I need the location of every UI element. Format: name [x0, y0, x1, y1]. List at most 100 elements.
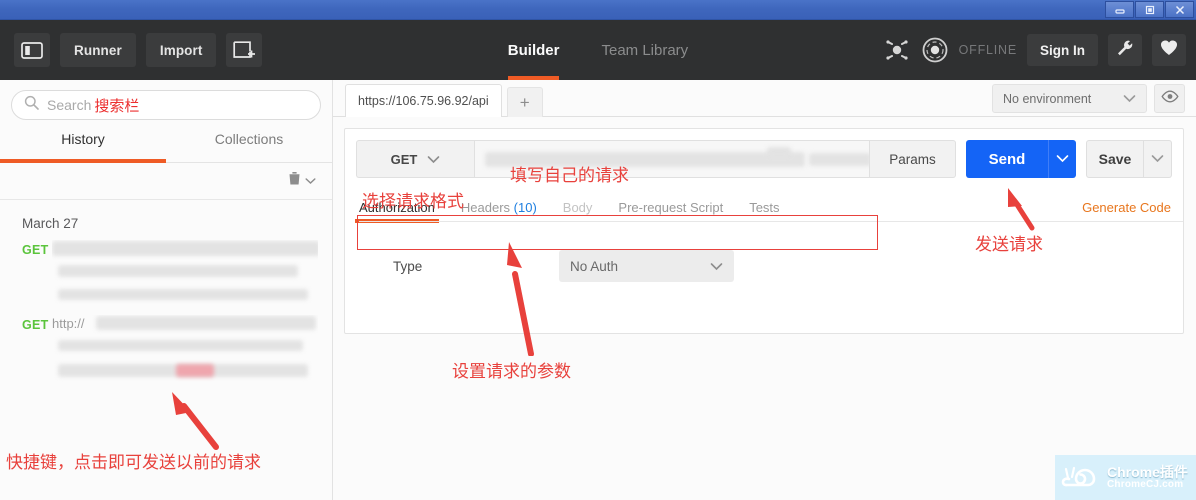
clear-history-button[interactable]: [288, 171, 316, 191]
settings-button[interactable]: [1108, 34, 1142, 66]
history-url-redacted-line: [58, 289, 318, 309]
request-url-row: GET Params Send Save: [345, 129, 1183, 178]
connection-status-label: OFFLINE: [958, 43, 1017, 57]
tab-pre-request-script-label: Pre-request Script: [618, 200, 724, 215]
window-controls: [1105, 1, 1194, 18]
search-icon: [24, 95, 47, 115]
tab-tests[interactable]: Tests: [749, 200, 779, 222]
tab-authorization-label: Authorization: [359, 200, 435, 215]
history-url-redacted-line: [58, 364, 318, 384]
history-url-redacted-line: [58, 340, 318, 360]
request-url-input[interactable]: [474, 140, 870, 178]
sidebar-tab-history[interactable]: History: [0, 131, 166, 163]
import-button[interactable]: Import: [145, 33, 217, 67]
request-tab-strip: https://106.75.96.92/api + No environmen…: [333, 80, 1196, 117]
params-button[interactable]: Params: [870, 140, 956, 178]
save-options-button[interactable]: [1144, 140, 1172, 178]
history-url-redacted: [52, 240, 318, 260]
save-button-group: Save: [1086, 140, 1172, 178]
list-item[interactable]: GET http://: [0, 315, 332, 335]
list-item[interactable]: GET: [0, 240, 332, 260]
request-tab[interactable]: https://106.75.96.92/api: [345, 84, 502, 117]
sidebar-tab-history-label: History: [61, 131, 105, 147]
tab-authorization[interactable]: Authorization: [355, 200, 439, 223]
sidebar-search-wrap: Search 搜索栏: [0, 80, 332, 120]
main-panel: https://106.75.96.92/api + No environmen…: [333, 80, 1196, 500]
auth-type-row: Type No Auth: [393, 250, 1183, 282]
request-tab-label: https://106.75.96.92/api: [358, 94, 489, 108]
annotation-search: 搜索栏: [94, 97, 140, 115]
http-method-label: GET: [390, 151, 418, 167]
tab-team-library-label: Team Library: [601, 41, 689, 59]
environment-quick-look-button[interactable]: [1154, 84, 1185, 113]
trash-icon: [288, 171, 301, 191]
runner-label: Runner: [74, 42, 122, 58]
history-url-redacted-line: [58, 265, 318, 285]
sidebar-tabs: History Collections: [0, 131, 332, 163]
runner-button[interactable]: Runner: [60, 33, 136, 67]
headers-count: (10): [513, 200, 537, 215]
history-method: GET: [22, 318, 49, 332]
send-button[interactable]: Send: [966, 140, 1048, 178]
watermark-subtitle: ChromeCJ.com: [1107, 478, 1184, 490]
save-button[interactable]: Save: [1086, 140, 1144, 178]
http-method-select[interactable]: GET: [356, 140, 474, 178]
add-request-tab-button[interactable]: +: [506, 87, 543, 117]
app-header: Runner Import Builder Team Library OFFLI…: [0, 20, 1196, 80]
generate-code-link[interactable]: Generate Code: [1082, 200, 1171, 215]
watermark-title: Chrome插件: [1107, 463, 1188, 480]
close-button[interactable]: [1165, 1, 1194, 18]
sidebar-toolbar: [0, 163, 332, 200]
watermark-text: Chrome插件 ChromeCJ.com: [1107, 465, 1188, 490]
sidebar: Search 搜索栏 History Collections March 27 …: [0, 80, 333, 500]
tab-headers[interactable]: Headers (10): [461, 200, 537, 222]
maximize-button[interactable]: [1135, 1, 1164, 18]
chevron-down-icon: [427, 152, 440, 167]
header-left-toolbar: Runner Import: [0, 33, 263, 67]
sidebar-tab-collections[interactable]: Collections: [166, 131, 332, 162]
chevron-down-icon: [710, 259, 723, 274]
send-options-button[interactable]: [1048, 140, 1076, 178]
tab-body[interactable]: Body: [563, 200, 593, 222]
tab-body-label: Body: [562, 200, 593, 215]
send-label: Send: [988, 150, 1026, 168]
environment-selected-label: No environment: [1003, 91, 1092, 106]
search-placeholder: Search: [47, 97, 92, 113]
chevron-down-icon: [305, 172, 316, 190]
sign-in-button[interactable]: Sign In: [1027, 34, 1098, 66]
search-input[interactable]: Search 搜索栏: [11, 90, 321, 120]
tab-headers-label: Headers: [460, 200, 511, 215]
sidebar-toggle-button[interactable]: [14, 33, 50, 67]
history-url-prefix: http://: [52, 316, 85, 331]
postman-window: Runner Import Builder Team Library OFFLI…: [0, 0, 1196, 500]
tab-builder-label: Builder: [507, 41, 560, 59]
history-url-redacted: http://: [52, 315, 318, 335]
history-method: GET: [22, 243, 49, 257]
auth-type-label: Type: [393, 258, 423, 274]
plus-icon: +: [519, 92, 530, 112]
sync-atom-icon[interactable]: [883, 36, 911, 64]
generate-code-label: Generate Code: [1082, 200, 1171, 215]
chevron-down-icon: [1151, 150, 1164, 168]
new-window-button[interactable]: [226, 33, 263, 67]
tab-builder[interactable]: Builder: [507, 20, 560, 80]
auth-type-value: No Auth: [570, 258, 619, 274]
auth-type-select[interactable]: No Auth: [559, 250, 734, 282]
history-day-label: March 27: [22, 216, 79, 231]
tab-tests-label: Tests: [749, 200, 780, 215]
chevron-down-icon: [1056, 150, 1069, 168]
snail-icon: [1061, 459, 1103, 496]
favorites-button[interactable]: [1152, 34, 1186, 66]
divider: [359, 221, 1183, 222]
tab-team-library[interactable]: Team Library: [601, 20, 688, 80]
request-sub-tabs: Authorization Headers (10) Body Pre-requ…: [355, 192, 1183, 223]
tab-pre-request-script[interactable]: Pre-request Script: [618, 200, 723, 222]
eye-icon: [1160, 90, 1179, 108]
minimize-button[interactable]: [1105, 1, 1134, 18]
send-button-group: Send: [966, 140, 1076, 178]
environment-controls: No environment: [992, 84, 1185, 113]
offline-atom-icon[interactable]: [921, 36, 949, 64]
sidebar-tab-collections-label: Collections: [214, 131, 284, 147]
save-label: Save: [1098, 151, 1132, 167]
environment-select[interactable]: No environment: [992, 84, 1147, 113]
